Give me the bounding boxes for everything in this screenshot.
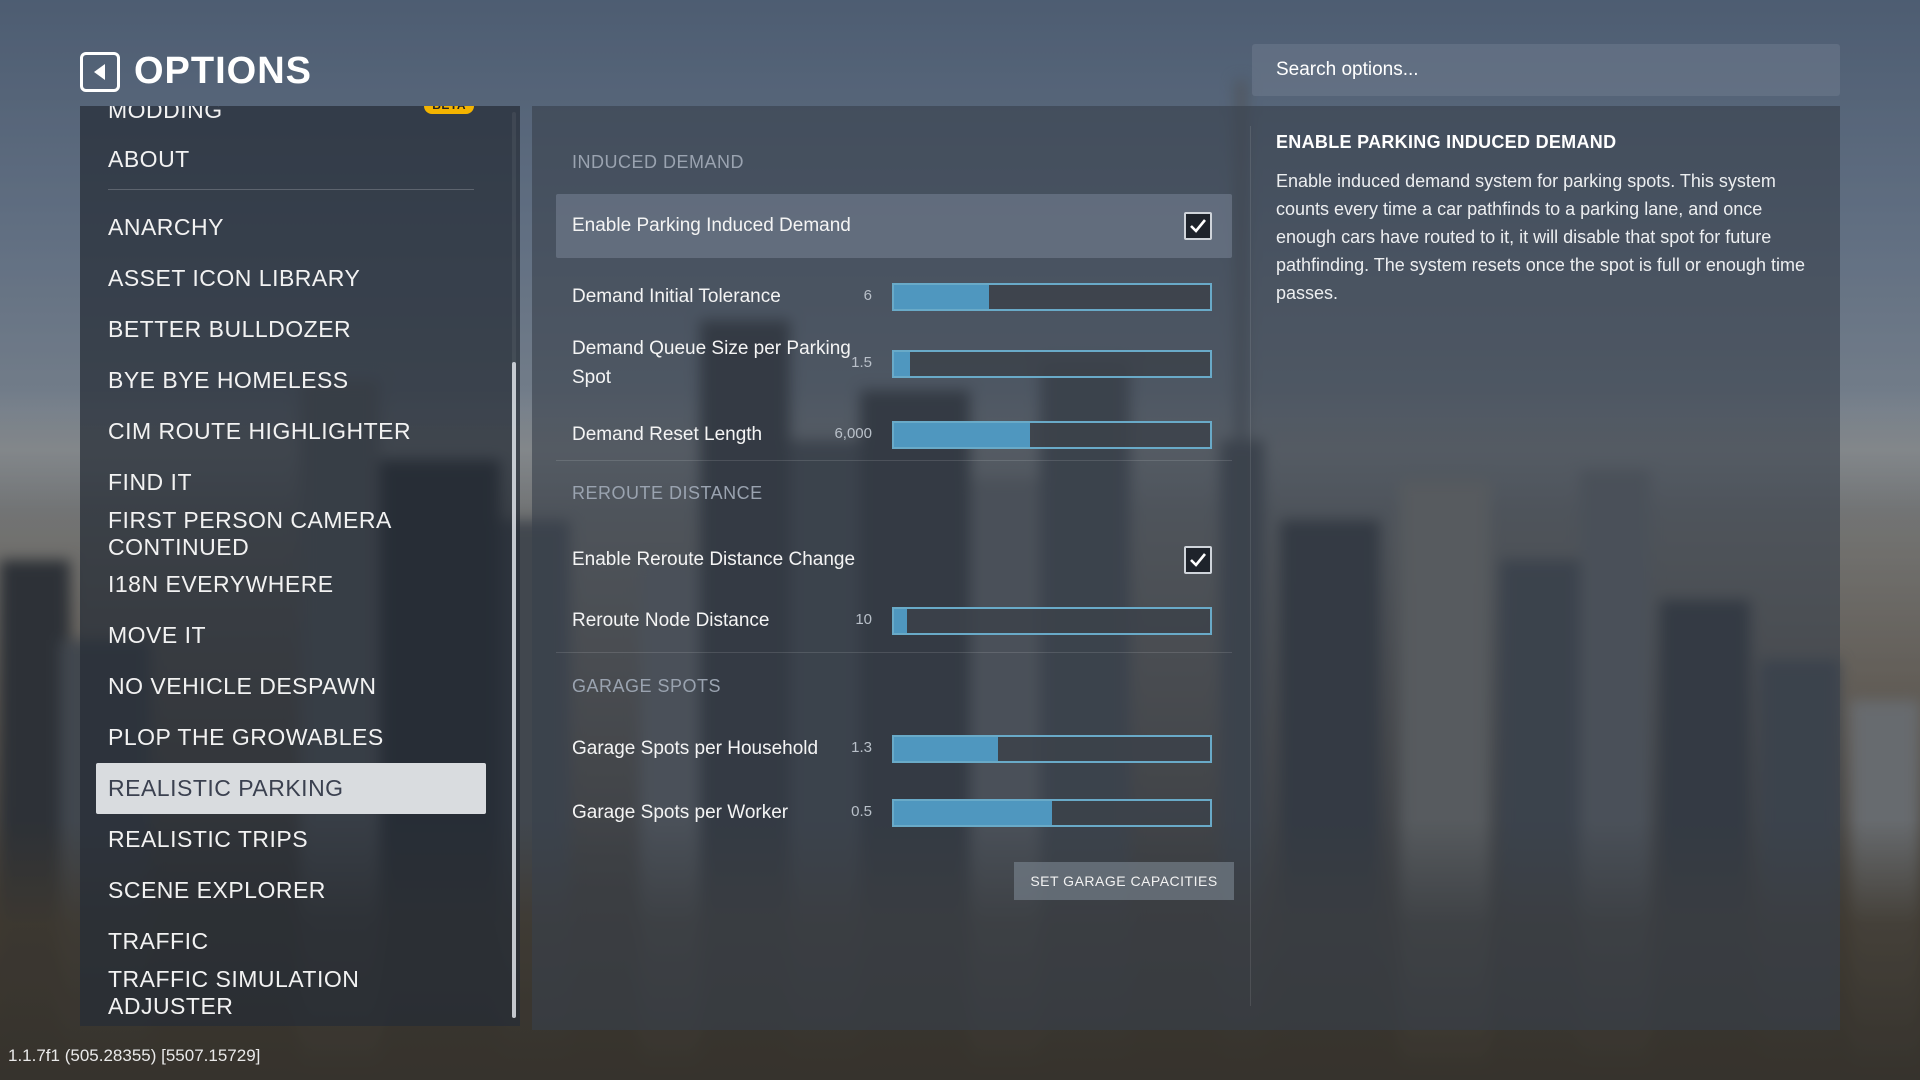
setting-label: Garage Spots per Worker (572, 802, 789, 823)
sidebar-item-traffic-simulation-adjuster[interactable]: TRAFFIC SIMULATION ADJUSTER (96, 965, 486, 1019)
slider-fill (894, 285, 989, 309)
sidebar-item-scene-explorer[interactable]: SCENE EXPLORER (96, 865, 486, 916)
setting-reroute-node-distance: Reroute Node Distance 10 (556, 596, 1232, 646)
slider-fill (894, 737, 999, 761)
description-text: Enable induced demand system for parking… (1276, 171, 1805, 303)
setting-enable-reroute-distance-change[interactable]: Enable Reroute Distance Change (556, 528, 1232, 592)
sidebar-item-first-person-camera[interactable]: FIRST PERSON CAMERA CONTINUED (96, 506, 486, 560)
sidebar-item-label: MOVE IT (108, 622, 207, 648)
setting-label: Reroute Node Distance (572, 610, 770, 631)
sidebar-item-modding[interactable]: MODDING BETA (96, 106, 486, 134)
mod-list: MODDING BETA ABOUT ANARCHY ASSET ICON LI… (96, 106, 486, 1019)
setting-label: Enable Reroute Distance Change (572, 549, 856, 570)
section-title-induced-demand: INDUCED DEMAND (572, 152, 745, 172)
checkmark-icon (1190, 219, 1207, 233)
setting-enable-parking-induced-demand[interactable]: Enable Parking Induced Demand (556, 194, 1232, 258)
back-button[interactable] (80, 51, 120, 92)
page-title: OPTIONS (134, 50, 313, 92)
sidebar-item-label: I18N EVERYWHERE (108, 571, 334, 597)
setting-demand-reset-length: Demand Reset Length 6,000 (556, 410, 1232, 460)
garage-spots-worker-slider[interactable] (892, 799, 1212, 827)
description-title: ENABLE PARKING INDUCED DEMAND (1276, 132, 1617, 152)
sidebar-item-move-it[interactable]: MOVE IT (96, 610, 486, 661)
slider-fill (894, 801, 1052, 825)
sidebar-item-i18n-everywhere[interactable]: I18N EVERYWHERE (96, 559, 486, 610)
sidebar-item-bye-bye-homeless[interactable]: BYE BYE HOMELESS (96, 355, 486, 406)
setting-label: Demand Reset Length (572, 424, 763, 445)
sidebar-item-label: TRAFFIC (108, 928, 209, 954)
sidebar-item-anarchy[interactable]: ANARCHY (96, 202, 486, 253)
search-input[interactable] (1252, 44, 1840, 96)
sidebar-item-plop-the-growables[interactable]: PLOP THE GROWABLES (96, 712, 486, 763)
sidebar-item-label: REALISTIC TRIPS (108, 826, 309, 852)
sidebar-item-realistic-parking[interactable]: REALISTIC PARKING (96, 763, 486, 814)
setting-demand-initial-tolerance: Demand Initial Tolerance 6 (556, 272, 1232, 322)
setting-label: Enable Parking Induced Demand (572, 215, 851, 236)
header: OPTIONS (80, 50, 312, 93)
settings-panel: INDUCED DEMAND Enable Parking Induced De… (532, 106, 1840, 1030)
demand-reset-length-slider[interactable] (892, 421, 1212, 449)
sidebar-item-label: MODDING (108, 106, 223, 123)
setting-label: Garage Spots per Household (572, 738, 819, 759)
sidebar-item-about[interactable]: ABOUT (96, 134, 486, 185)
demand-initial-tolerance-slider[interactable] (892, 283, 1212, 311)
section-divider (556, 460, 1232, 461)
section-title-garage-spots: GARAGE SPOTS (572, 676, 722, 696)
sidebar-item-label: PLOP THE GROWABLES (108, 724, 384, 750)
sidebar-item-label: ASSET ICON LIBRARY (108, 265, 361, 291)
slider-fill (894, 423, 1030, 447)
checkmark-icon (1190, 553, 1207, 567)
set-garage-capacities-button[interactable]: SET GARAGE CAPACITIES (1014, 862, 1234, 900)
beta-badge: BETA (424, 106, 474, 114)
sidebar-item-label: FIND IT (108, 469, 192, 495)
description-panel: ENABLE PARKING INDUCED DEMAND Enable ind… (1276, 132, 1816, 307)
slider-value: 0.5 (851, 803, 872, 820)
sidebar-item-better-bulldozer[interactable]: BETTER BULLDOZER (96, 304, 486, 355)
slider-value: 6,000 (834, 425, 872, 442)
sidebar-item-asset-icon-library[interactable]: ASSET ICON LIBRARY (96, 253, 486, 304)
slider-value: 10 (855, 611, 872, 628)
sidebar-scrollbar-thumb[interactable] (512, 362, 516, 1018)
sidebar-divider (108, 189, 474, 190)
section-title-reroute-distance: REROUTE DISTANCE (572, 483, 763, 503)
sidebar-item-label: ABOUT (108, 146, 190, 172)
reroute-node-distance-slider[interactable] (892, 607, 1212, 635)
enable-parking-induced-demand-checkbox[interactable] (1184, 212, 1212, 240)
sidebar-item-cim-route-highlighter[interactable]: CIM ROUTE HIGHLIGHTER (96, 406, 486, 457)
sidebar-item-label: BETTER BULLDOZER (108, 316, 352, 342)
sidebar-item-traffic[interactable]: TRAFFIC (96, 916, 486, 967)
slider-value: 6 (863, 287, 872, 304)
sidebar-item-label: CIM ROUTE HIGHLIGHTER (108, 418, 412, 444)
slider-fill (894, 609, 907, 633)
section-divider (556, 652, 1232, 653)
sidebar-item-no-vehicle-despawn[interactable]: NO VEHICLE DESPAWN (96, 661, 486, 712)
slider-value: 1.3 (851, 739, 872, 756)
sidebar-item-label: NO VEHICLE DESPAWN (108, 673, 377, 699)
garage-spots-household-slider[interactable] (892, 735, 1212, 763)
setting-demand-queue-size: Demand Queue Size per Parking Spot 1.5 (556, 328, 1232, 400)
demand-queue-size-slider[interactable] (892, 350, 1212, 378)
slider-value: 1.5 (851, 354, 872, 371)
sidebar-item-label: TRAFFIC SIMULATION ADJUSTER (108, 965, 360, 1019)
sidebar[interactable]: MODDING BETA ABOUT ANARCHY ASSET ICON LI… (80, 106, 520, 1026)
sidebar-item-label: REALISTIC PARKING (108, 775, 344, 801)
back-arrow-icon (94, 63, 105, 80)
sidebar-item-label: ANARCHY (108, 214, 224, 240)
enable-reroute-distance-checkbox[interactable] (1184, 546, 1212, 574)
setting-garage-spots-worker: Garage Spots per Worker 0.5 (556, 788, 1232, 838)
sidebar-item-label: BYE BYE HOMELESS (108, 367, 349, 393)
setting-label-line2: Spot (572, 367, 612, 388)
sidebar-item-label: FIRST PERSON CAMERA CONTINUED (108, 506, 391, 560)
sidebar-item-realistic-trips[interactable]: REALISTIC TRIPS (96, 814, 486, 865)
version-label: 1.1.7f1 (505.28355) [5507.15729] (8, 1046, 261, 1065)
description-divider (1250, 126, 1251, 1006)
slider-fill (894, 352, 910, 376)
sidebar-item-find-it[interactable]: FIND IT (96, 457, 486, 508)
setting-label: Demand Initial Tolerance (572, 286, 781, 307)
sidebar-item-label: SCENE EXPLORER (108, 877, 326, 903)
setting-garage-spots-household: Garage Spots per Household 1.3 (556, 724, 1232, 774)
